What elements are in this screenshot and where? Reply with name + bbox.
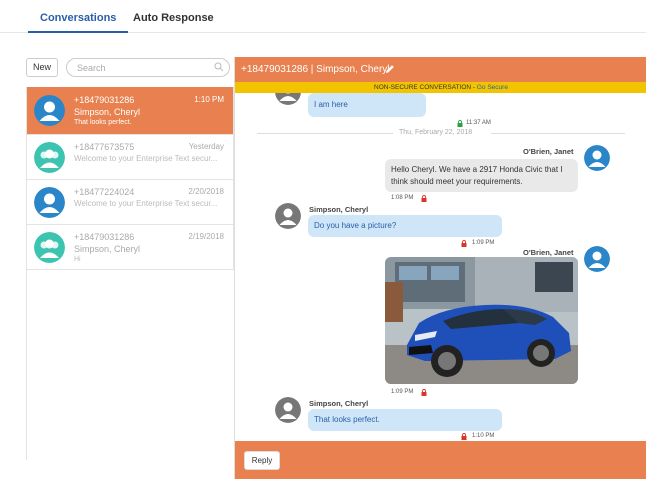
conversation-preview: That looks perfect. (74, 119, 132, 126)
lock-red-icon (461, 240, 467, 247)
message-bubble: Do you have a picture? (308, 215, 502, 237)
conversation-list: +18479031286 1:10 PM Simpson, Cheryl Tha… (26, 87, 234, 270)
user-avatar-icon (275, 203, 301, 229)
message-bubble: Hello Cheryl. We have a 2917 Honda Civic… (385, 159, 578, 192)
lock-green-icon (457, 120, 463, 127)
conversation-panel: New +18479031286 1:10 PM Simpson, Cheryl… (26, 50, 234, 460)
message-sender: O'Brien, Janet (523, 248, 574, 257)
agent-avatar-icon (584, 145, 610, 171)
conversation-item[interactable]: +18479031286 2/19/2018 Simpson, Cheryl H… (27, 224, 233, 269)
conversation-time: Yesterday (188, 142, 224, 151)
message-sender: Simpson, Cheryl (309, 205, 369, 214)
person-icon (34, 95, 65, 126)
conversation-time: 2/19/2018 (188, 232, 224, 241)
search-input[interactable] (66, 58, 230, 77)
blue-honda-civic-photo[interactable] (385, 257, 578, 384)
lock-red-icon (461, 433, 467, 440)
lock-red-icon (421, 195, 427, 202)
message-time: 11:37 AM (466, 120, 491, 126)
conversation-time: 2/20/2018 (188, 187, 224, 196)
message-list: I am here 11:37 AM Thu, February 22, 201… (235, 93, 646, 441)
user-avatar-icon (275, 93, 301, 105)
new-conversation-button[interactable]: New (26, 58, 58, 77)
user-avatar-icon (275, 397, 301, 423)
reply-bar: Reply (235, 441, 646, 479)
divider-line (491, 133, 625, 134)
banner-text: NON-SECURE CONVERSATION - (374, 84, 477, 91)
lock-red-icon (421, 389, 427, 396)
conversation-toolbar: New (26, 58, 234, 78)
chat-title: +18479031286 | Simpson, Cheryl (241, 64, 390, 75)
message-time: 1:09 PM (391, 389, 414, 395)
reply-button[interactable]: Reply (244, 451, 280, 470)
conversation-number: +18477673575 (74, 142, 135, 152)
conversation-item[interactable]: +18479031286 1:10 PM Simpson, Cheryl Tha… (27, 87, 233, 134)
message-bubble: I am here (308, 93, 426, 117)
conversation-number: +18479031286 (74, 95, 135, 105)
date-divider: Thu, February 22, 2018 (399, 129, 473, 136)
conversation-preview: Welcome to your Enterprise Text secur... (74, 154, 218, 163)
tab-conversations[interactable]: Conversations (27, 12, 129, 33)
message-bubble: That looks perfect. (308, 409, 502, 431)
top-tab-bar: Conversations Auto Response (0, 0, 646, 33)
conversation-number: +18479031286 (74, 232, 135, 242)
chat-header: +18479031286 | Simpson, Cheryl (235, 57, 646, 82)
conversation-item[interactable]: +18477224024 2/20/2018 Welcome to your E… (27, 179, 233, 224)
conversation-preview: Hi (74, 256, 81, 263)
conversation-number: +18477224024 (74, 187, 135, 197)
group-icon (34, 232, 65, 263)
message-sender: O'Brien, Janet (523, 147, 574, 156)
chat-panel: +18479031286 | Simpson, Cheryl NON-SECUR… (234, 57, 646, 479)
message-time: 1:08 PM (391, 195, 414, 201)
message-sender: Simpson, Cheryl (309, 399, 369, 408)
panel-divider (26, 270, 27, 460)
person-icon (34, 187, 65, 218)
conversation-time: 1:10 PM (194, 95, 224, 104)
message-time: 1:10 PM (472, 433, 495, 439)
conversation-preview: Welcome to your Enterprise Text secur... (74, 199, 218, 208)
conversation-item[interactable]: +18477673575 Yesterday Welcome to your E… (27, 134, 233, 179)
tab-auto-response[interactable]: Auto Response (133, 12, 214, 24)
group-icon (34, 142, 65, 173)
divider-line (257, 133, 393, 134)
agent-avatar-icon (584, 246, 610, 272)
conversation-name: Simpson, Cheryl (74, 107, 141, 117)
search-icon[interactable] (214, 62, 224, 72)
message-time: 1:09 PM (472, 240, 495, 246)
go-secure-link[interactable]: Go Secure (477, 84, 508, 91)
security-banner: NON-SECURE CONVERSATION - Go Secure (235, 82, 646, 93)
conversation-name: Simpson, Cheryl (74, 244, 141, 254)
pencil-icon[interactable] (385, 64, 395, 74)
